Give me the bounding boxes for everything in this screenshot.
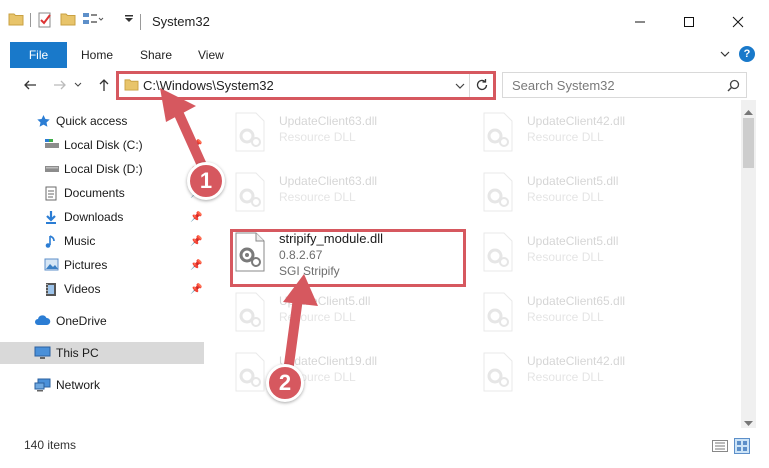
step-2-badge: 2 [266,364,304,402]
annotation-arrows [160,88,318,377]
step-1-badge: 1 [187,162,225,200]
arrow-2-shaft [283,293,303,377]
arrow-2-head [283,274,318,306]
